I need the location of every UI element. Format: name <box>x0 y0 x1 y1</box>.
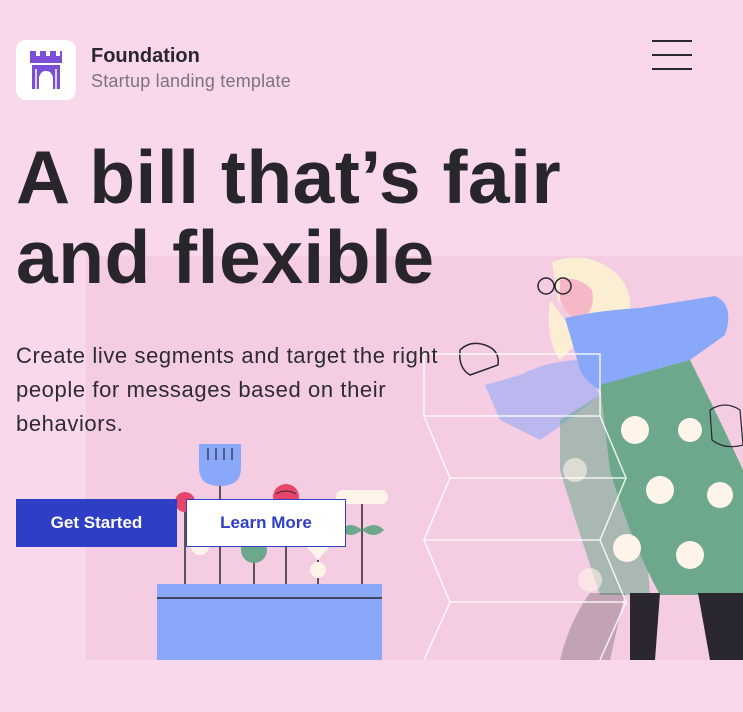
hero-subtext: Create live segments and target the righ… <box>16 343 439 436</box>
get-started-button[interactable]: Get Started <box>16 499 177 547</box>
logo[interactable] <box>16 40 76 100</box>
hero-headline: A bill that’s fair and flexible <box>16 135 562 299</box>
castle-tower-icon <box>30 51 62 89</box>
learn-more-button[interactable]: Learn More <box>186 499 346 547</box>
brand-tagline: Startup landing template <box>91 71 291 91</box>
hamburger-menu-icon[interactable] <box>650 37 694 73</box>
hero-background-panel <box>86 256 743 660</box>
brand-name: Foundation <box>91 45 200 67</box>
